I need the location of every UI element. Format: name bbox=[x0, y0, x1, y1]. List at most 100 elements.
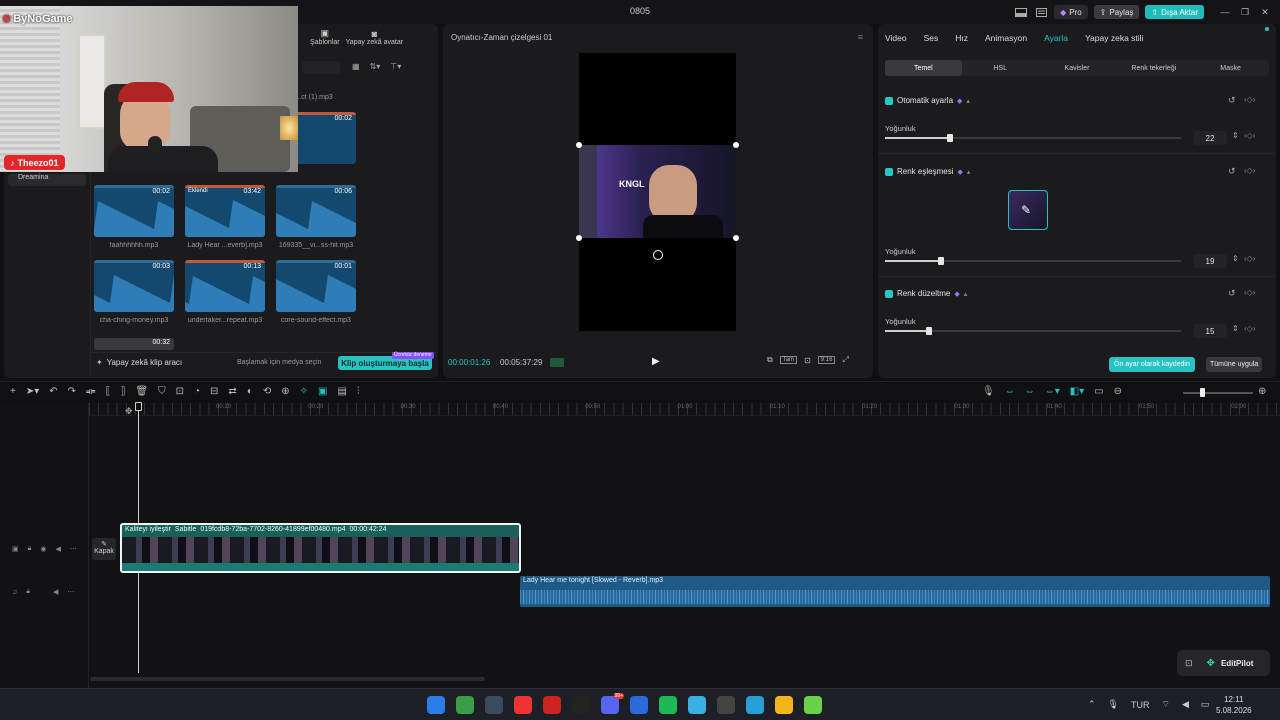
cover-button[interactable]: ✎ Kapak bbox=[92, 538, 116, 560]
caption-icon[interactable]: ▭ bbox=[1094, 386, 1103, 397]
zoom-in-icon[interactable]: ⊕ bbox=[1258, 386, 1266, 397]
save-preset-button[interactable]: Ön ayar olarak kaydedin bbox=[1109, 357, 1195, 372]
link-icon[interactable]: ⇔ bbox=[1005, 386, 1015, 397]
volume-icon[interactable]: ◀ bbox=[53, 588, 58, 596]
keyframe-icon[interactable]: ‹◇› bbox=[1244, 166, 1255, 175]
menu-icon[interactable]: ≡ bbox=[858, 32, 863, 42]
discord-icon[interactable]: 99+ bbox=[601, 693, 624, 714]
sort-icon[interactable]: ⇅▾ bbox=[370, 62, 381, 71]
start-icon[interactable] bbox=[427, 696, 445, 714]
tab-video[interactable]: Video bbox=[885, 33, 907, 43]
stepper-icon[interactable]: ⇕ bbox=[1232, 131, 1239, 140]
resize-handle[interactable] bbox=[576, 142, 582, 148]
grid-view-icon[interactable]: ▦ bbox=[352, 62, 360, 71]
reset-icon[interactable]: ↺ bbox=[1228, 166, 1236, 177]
speaker-icon[interactable]: ◀ bbox=[1182, 699, 1189, 710]
rotate-icon[interactable]: ⟲ bbox=[263, 386, 271, 397]
editpilot-widget[interactable]: ⊡ ✥ EditPilot bbox=[1177, 650, 1270, 676]
preview-axis-icon[interactable]: ◧▾ bbox=[1070, 386, 1084, 397]
feedback-icon[interactable]: ⊡ bbox=[1185, 658, 1193, 669]
layout-icon[interactable] bbox=[1014, 5, 1028, 19]
crop-icon[interactable]: ⊡ bbox=[176, 386, 184, 397]
preview-canvas[interactable]: KNGL bbox=[576, 53, 739, 331]
media-thumb-partial[interactable]: 00:32 bbox=[94, 338, 174, 350]
app-red-icon[interactable] bbox=[543, 696, 561, 714]
tab-ayarla[interactable]: Ayarla bbox=[1044, 33, 1068, 43]
tab-h-z[interactable]: Hız bbox=[955, 33, 968, 43]
sidebar-item-dreamina[interactable]: Dreamina bbox=[8, 174, 86, 186]
value-input[interactable]: 22 bbox=[1193, 131, 1227, 145]
lock-icon[interactable]: 🔒︎ bbox=[28, 545, 32, 553]
chevron-up-icon[interactable]: ▴ bbox=[967, 168, 971, 176]
media-thumb[interactable]: 00:02 bbox=[94, 185, 174, 237]
tab-templates[interactable]: ▣ Şablonlar bbox=[310, 28, 340, 46]
keyframe-icon[interactable]: ‹◇› bbox=[1244, 254, 1255, 263]
frame-icon[interactable]: ▤ bbox=[337, 386, 346, 397]
battery-icon[interactable]: ▭ bbox=[1201, 699, 1210, 710]
media-thumb[interactable]: 03:42 Eklendi bbox=[185, 185, 265, 237]
obs-icon[interactable] bbox=[717, 696, 735, 714]
maximize-icon[interactable]: ❐ bbox=[1238, 5, 1252, 19]
ratio-button[interactable]: 9:16 bbox=[817, 356, 836, 364]
chevron-up-icon[interactable]: ⌃ bbox=[1088, 699, 1096, 710]
shield-icon[interactable]: ⛉ bbox=[158, 386, 166, 397]
tab-ses[interactable]: Ses bbox=[924, 33, 939, 43]
ai-magic-icon[interactable]: ✧ bbox=[300, 386, 308, 397]
subtab-renk-tekerle-i[interactable]: Renk tekerleği bbox=[1115, 60, 1192, 76]
section-header[interactable]: Renk eşleşmesi ◆ ▴ bbox=[885, 167, 970, 176]
fit-icon[interactable]: ⊡ bbox=[804, 356, 811, 365]
mirror-icon[interactable]: ◐ bbox=[247, 386, 253, 397]
split-icon[interactable]: ⟚ bbox=[86, 386, 95, 397]
app-green-icon[interactable] bbox=[804, 696, 822, 714]
zoom-slider-knob[interactable] bbox=[1200, 388, 1205, 397]
reverse-icon[interactable]: ⇄ bbox=[228, 386, 236, 397]
resize-handle[interactable] bbox=[576, 235, 582, 241]
freeze-icon[interactable]: ⊟ bbox=[210, 386, 218, 397]
subtab-kavisler[interactable]: Kavisler bbox=[1039, 60, 1116, 76]
tab-yapay-zeka-stili[interactable]: Yapay zeka stili bbox=[1085, 33, 1143, 43]
wifi-icon[interactable]: ⌔ bbox=[1161, 699, 1169, 710]
minimize-icon[interactable]: — bbox=[1218, 5, 1232, 19]
play-icon[interactable]: ▶ bbox=[652, 356, 660, 367]
mask-icon[interactable]: ⊕ bbox=[281, 386, 289, 397]
volume-icon[interactable]: ◀ bbox=[55, 545, 60, 553]
slider-knob[interactable] bbox=[938, 257, 944, 265]
snap-icon[interactable]: ⇔▾ bbox=[1045, 386, 1060, 397]
subtab-maske[interactable]: Maske bbox=[1192, 60, 1269, 76]
close-icon[interactable]: ✕ bbox=[1258, 5, 1272, 19]
slider-knob[interactable] bbox=[947, 134, 953, 142]
adobe-icon[interactable] bbox=[572, 696, 590, 714]
microphone-icon[interactable]: 🎙︎ bbox=[982, 386, 995, 397]
eye-icon[interactable]: ◉ bbox=[40, 545, 46, 553]
color-match-reference[interactable]: ✎ bbox=[1008, 190, 1048, 230]
playhead-handle[interactable] bbox=[135, 402, 142, 411]
undo-icon[interactable]: ↶ bbox=[49, 386, 57, 397]
section-header[interactable]: Renk düzeltme ◆ ▴ bbox=[885, 289, 967, 298]
checkbox[interactable] bbox=[885, 167, 893, 176]
apply-all-button[interactable]: Tümüne uygula bbox=[1206, 357, 1263, 372]
quality-button[interactable]: Tam bbox=[779, 356, 798, 364]
rotate-handle-icon[interactable] bbox=[653, 250, 663, 260]
checkbox[interactable] bbox=[885, 96, 893, 105]
keyframe-icon[interactable]: ‹◇› bbox=[1244, 288, 1255, 297]
filter-icon[interactable]: ⊤▾ bbox=[390, 62, 401, 71]
chevron-up-icon[interactable]: ▴ bbox=[964, 290, 968, 298]
game-icon[interactable] bbox=[456, 696, 474, 714]
music-icon[interactable]: ♫ bbox=[12, 589, 17, 596]
media-thumb[interactable]: 00:06 bbox=[276, 185, 356, 237]
subtab-hsl[interactable]: HSL bbox=[962, 60, 1039, 76]
stepper-icon[interactable]: ⇕ bbox=[1232, 254, 1239, 263]
spotify-icon[interactable] bbox=[659, 696, 677, 714]
keyframe-icon[interactable]: ‹◇› bbox=[1244, 324, 1255, 333]
more-icon[interactable]: ⋯ bbox=[70, 545, 77, 553]
track-thumb-icon[interactable]: ▣ bbox=[12, 545, 19, 553]
chevron-up-icon[interactable]: ▴ bbox=[966, 97, 970, 105]
microphone-icon[interactable]: 🎙︎ bbox=[1108, 699, 1119, 710]
lock-icon[interactable]: 🔒︎ bbox=[26, 588, 30, 596]
crop-icon[interactable]: ⧉ bbox=[767, 355, 773, 365]
steam-icon[interactable] bbox=[630, 696, 648, 714]
stepper-icon[interactable]: ⇕ bbox=[1232, 324, 1239, 333]
clock[interactable]: 12:11 5.08.2026 bbox=[1216, 694, 1252, 716]
magnet-icon[interactable]: ⇔ bbox=[1025, 386, 1035, 397]
plus-icon[interactable]: + bbox=[10, 386, 16, 397]
